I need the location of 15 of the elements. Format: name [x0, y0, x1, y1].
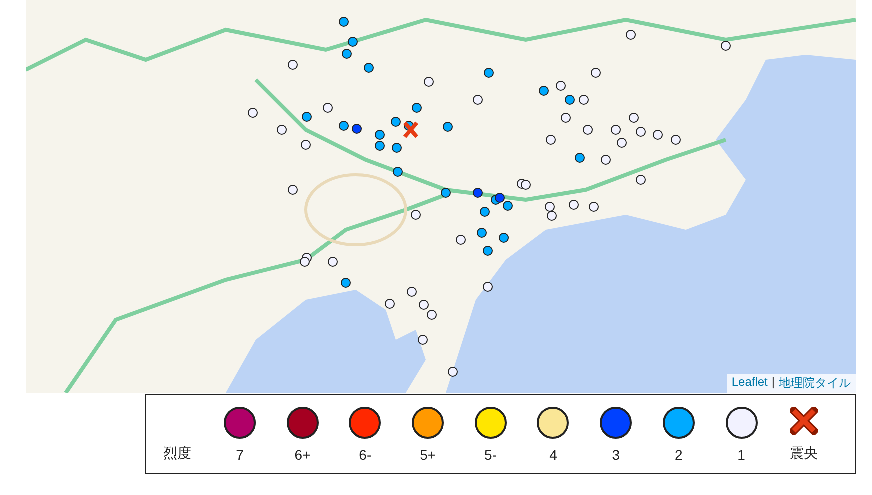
legend-label: 5+ — [420, 447, 436, 463]
legend-label: 7 — [236, 447, 244, 463]
legend-label: 2 — [674, 447, 683, 463]
separator: | — [772, 375, 775, 391]
attribution-link[interactable]: 地理院タイル — [779, 375, 851, 392]
map-drawing[interactable] — [26, 0, 856, 393]
legend-label: 震央 — [790, 445, 818, 463]
legend-label: 6+ — [294, 447, 311, 463]
legend-label: 4 — [550, 447, 558, 463]
legend-label: 3 — [612, 447, 620, 463]
attribution-link[interactable]: Leaflet — [732, 375, 768, 392]
legend-label: 1 — [738, 447, 746, 463]
legend-label: 6- — [359, 447, 372, 463]
legend-title: 烈度 — [163, 445, 192, 463]
legend-label: 5- — [484, 447, 497, 463]
